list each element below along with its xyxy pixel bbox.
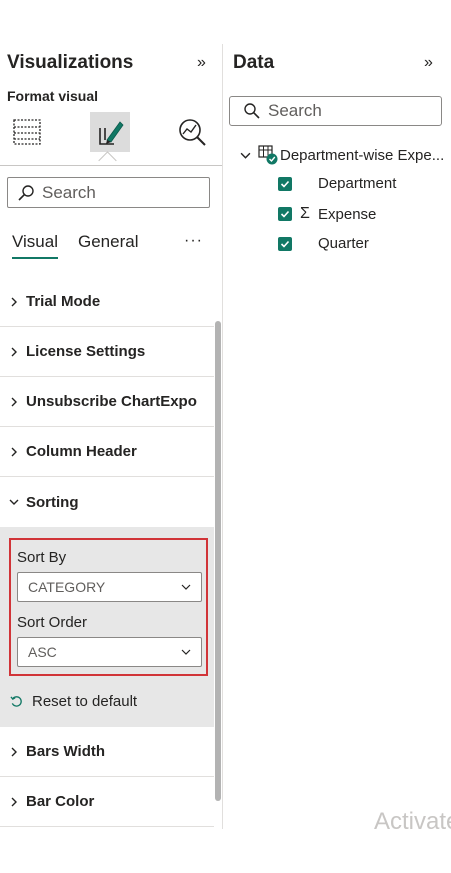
chevron-right-icon (0, 747, 26, 757)
expand-visualizations-button[interactable]: » (197, 54, 206, 72)
sort-by-value: CATEGORY (28, 579, 106, 595)
data-search-box[interactable] (229, 96, 442, 126)
field-label: Quarter (318, 235, 369, 252)
build-visual-icon (13, 119, 41, 145)
field-quarter[interactable]: Quarter (278, 235, 369, 252)
sorting-panel: Sort By CATEGORY Sort Order ASC Reset to… (0, 527, 214, 727)
reset-label: Reset to default (32, 693, 138, 710)
section-label: Column Header (26, 443, 137, 460)
data-search-input[interactable] (268, 101, 408, 121)
checkbox[interactable] (278, 236, 292, 251)
chevron-right-icon (0, 797, 26, 807)
visualizations-title: Visualizations (7, 52, 134, 73)
reset-icon (10, 696, 22, 707)
data-pane: Data » Department-wise Expe... (223, 44, 451, 829)
search-icon (18, 184, 34, 201)
table-name: Department-wise Expe... (280, 146, 445, 164)
sort-order-value: ASC (28, 644, 57, 660)
section-sorting[interactable]: Sorting (0, 477, 214, 527)
checkbox[interactable] (278, 207, 292, 221)
sort-by-label: Sort By (17, 549, 67, 566)
active-tool-caret (98, 151, 117, 170)
sort-order-dropdown[interactable]: ASC (17, 637, 202, 667)
chevron-right-icon (0, 447, 26, 457)
tool-divider (0, 165, 222, 166)
checkbox[interactable] (278, 176, 292, 191)
activate-watermark: Activate (374, 808, 451, 835)
section-bars-width[interactable]: Bars Width (0, 727, 214, 777)
data-title: Data (233, 52, 275, 73)
tab-visual[interactable]: Visual (12, 232, 58, 259)
visualizations-pane: Visualizations » Format visual Search Vi… (0, 44, 222, 829)
checkmark-icon (280, 180, 290, 188)
more-options-button[interactable]: ··· (184, 232, 203, 250)
field-label: Expense (318, 205, 377, 223)
visualizations-search-input[interactable] (42, 182, 182, 203)
table-node[interactable]: Department-wise Expe... (240, 144, 444, 166)
chevron-right-icon (0, 347, 26, 357)
scrollbar[interactable] (215, 321, 221, 801)
section-bar-color[interactable]: Bar Color (0, 777, 214, 827)
chevron-down-icon (181, 649, 191, 655)
format-sections-list: Trial Mode License Settings Unsubscribe … (0, 277, 214, 829)
app-window: Visualizations » Format visual Search Vi… (0, 44, 451, 829)
search-icon (244, 103, 260, 119)
visualizations-search-box[interactable] (7, 177, 210, 208)
chevron-right-icon (0, 297, 26, 307)
chevron-right-icon (0, 397, 26, 407)
section-label: Sorting (26, 493, 79, 511)
analytics-button[interactable] (172, 112, 212, 152)
sort-order-label: Sort Order (17, 614, 88, 631)
field-expense[interactable]: Σ Expense (278, 205, 376, 223)
checkmark-icon (280, 210, 290, 218)
section-unsubscribe-chartexpo[interactable]: Unsubscribe ChartExpo (0, 377, 214, 427)
sort-by-dropdown[interactable]: CATEGORY (17, 572, 202, 602)
section-label: License Settings (26, 343, 146, 360)
section-trial-mode[interactable]: Trial Mode (0, 277, 214, 327)
table-icon (258, 145, 278, 165)
sigma-icon: Σ (300, 205, 310, 222)
format-tabs: Visual General (12, 232, 158, 259)
expand-data-button[interactable]: » (424, 54, 433, 72)
reset-to-default-button[interactable]: Reset to default (10, 693, 137, 710)
tab-general[interactable]: General (78, 232, 138, 259)
chevron-down-icon (0, 497, 26, 507)
format-visual-label: Format visual (7, 88, 99, 104)
analytics-icon (179, 119, 206, 146)
format-visual-button[interactable] (90, 112, 130, 152)
section-license-settings[interactable]: License Settings (0, 327, 214, 377)
section-label: Bar Color (26, 793, 95, 810)
chevron-down-icon (181, 584, 191, 590)
section-label: Trial Mode (26, 293, 101, 310)
build-visual-button[interactable] (7, 112, 47, 152)
section-column-header[interactable]: Column Header (0, 427, 214, 477)
format-visual-icon (99, 121, 124, 145)
section-label: Unsubscribe ChartExpo (26, 393, 197, 410)
field-department[interactable]: Department (278, 175, 396, 192)
checkmark-icon (280, 240, 290, 248)
section-label: Bars Width (26, 743, 106, 760)
chevron-down-icon (240, 152, 251, 159)
field-label: Department (318, 175, 397, 192)
